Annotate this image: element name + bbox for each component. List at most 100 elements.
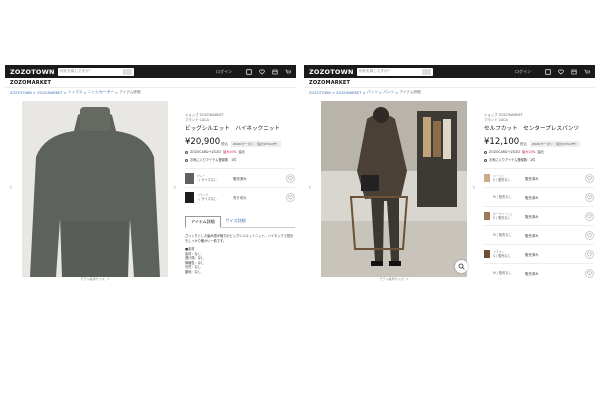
coupon-badge[interactable]: ZOZOクーポン （最大20%OFF） [529, 141, 581, 147]
image-caption: モデル着用サイズ：S [379, 277, 409, 281]
color-swatch[interactable] [185, 191, 194, 203]
favorite-count-note: お気に入りアイテム登録数：1件 [185, 158, 295, 163]
favorite-button[interactable] [585, 211, 594, 221]
brand-label[interactable]: ブランド CACA [484, 118, 594, 123]
product-page-left: ZOZOTOWN 何をお探しですか？ ログイン ZOZOMARKET ZOZOT… [5, 65, 296, 300]
heart-icon [288, 194, 293, 200]
breadcrumb: ZOZOTOWN > ZOZOMARKET > トップス > ニット/セーター … [10, 90, 141, 95]
favorite-button[interactable] [286, 192, 295, 202]
variant-status: 販売済み [525, 271, 539, 276]
product-name: セルフカット センタープレスパンツ [484, 126, 580, 132]
gallery-next-arrow[interactable]: › [472, 184, 476, 193]
heart-icon [587, 213, 592, 219]
history-icon[interactable] [246, 68, 252, 75]
tab-item-detail[interactable]: アイテム詳細 [185, 216, 221, 228]
variant-row: ブラウン S / 販売なし 販売済み [484, 244, 594, 263]
variant-text: ブラウン S / 販売なし [493, 250, 517, 258]
favorite-count: お気に入りアイテム登録数：1件 [489, 158, 536, 162]
zozotown-logo[interactable]: ZOZOTOWN [10, 68, 58, 76]
favorite-button[interactable] [585, 230, 594, 240]
coupon-badge[interactable]: ZOZOクーポン （最大20%OFF） [230, 141, 282, 147]
breadcrumb-item[interactable]: ニット/セーター [88, 90, 114, 95]
color-swatch[interactable] [484, 174, 490, 182]
mypage-icon[interactable] [272, 69, 278, 75]
product-price: ¥12,100 [484, 137, 520, 147]
breadcrumb-item[interactable]: トップス [68, 90, 82, 95]
color-swatch[interactable] [484, 212, 490, 220]
breadcrumb-item[interactable]: パンツ [367, 90, 378, 95]
search-placeholder: 何をお探しですか？ [60, 69, 93, 73]
variant-row: M / 販売なし 販売済み [484, 263, 594, 282]
favorite-button[interactable] [286, 173, 295, 183]
heart-icon [587, 194, 592, 200]
zoom-icon [458, 263, 465, 270]
zozomarket-logo[interactable]: ZOZOMARKET [10, 80, 51, 86]
image-caption: モデル着用サイズ：F [80, 277, 110, 281]
cart-icon[interactable] [584, 69, 590, 75]
gallery-prev-arrow[interactable]: ‹ [308, 184, 312, 193]
login-link[interactable]: ログイン [216, 69, 232, 75]
variant-status: 販売済み [525, 195, 539, 200]
favorite-icon[interactable] [558, 69, 564, 75]
variant-text: M / 販売なし [493, 233, 517, 237]
comparison-screenshot: ZOZOTOWN 何をお探しですか？ ログイン ZOZOMARKET ZOZOT… [0, 0, 600, 400]
breadcrumb-item[interactable]: ZOZOMARKET [37, 91, 62, 95]
variant-size: S / 販売なし [493, 178, 511, 182]
search-input[interactable]: 何をお探しですか？ [58, 67, 134, 76]
breadcrumb-current: アイテム詳細 [119, 90, 141, 94]
gallery-prev-arrow[interactable]: ‹ [9, 184, 13, 193]
point-note-prefix: ZOZOCARD＋ZOZO [489, 150, 521, 154]
heart-icon [587, 175, 592, 181]
variant-status: 販売済み [233, 176, 247, 181]
variant-row: ダークベージュ S / 販売なし 販売済み [484, 206, 594, 225]
favorite-icon[interactable] [259, 69, 265, 75]
breadcrumb-item[interactable]: ZOZOMARKET [336, 91, 361, 95]
search-input[interactable]: 何をお探しですか？ [357, 67, 433, 76]
color-swatch[interactable] [484, 250, 490, 258]
variant-row: ブラック - / サイズなし 売り切れ [185, 187, 295, 206]
favorite-button[interactable] [585, 268, 594, 278]
favorite-button[interactable] [585, 192, 594, 202]
cart-icon[interactable] [285, 69, 291, 75]
info-icon [185, 151, 188, 154]
variant-row: M / 販売なし 販売済み [484, 225, 594, 244]
mypage-icon[interactable] [571, 69, 577, 75]
variant-list: ベージュ S / 販売なし 販売済み M / 販売なし 販売済み ダークベージュ S / 販… [484, 168, 594, 282]
history-icon[interactable] [545, 68, 551, 75]
price-row: ¥12,100 税込 ZOZOクーポン （最大20%OFF） [484, 137, 594, 147]
shop-header: ZOZOMARKET [304, 78, 595, 88]
point-note-rate: 最大10% [223, 150, 237, 154]
gallery-next-arrow[interactable]: › [173, 184, 177, 193]
tax-label: 税込 [520, 142, 527, 146]
product-main-image[interactable] [22, 101, 168, 277]
search-button[interactable] [422, 68, 431, 75]
item-description: ざっくりとした編み感が魅力のビッグシルエットニット。ハイネックで首元もしっかり暖… [185, 234, 294, 243]
login-link[interactable]: ログイン [515, 69, 531, 75]
price-row: ¥20,900 税込 ZOZOクーポン （最大20%OFF） [185, 137, 295, 147]
search-button[interactable] [123, 68, 132, 75]
variant-status: 販売済み [525, 233, 539, 238]
product-page-right: ZOZOTOWN 何をお探しですか？ ログイン ZOZOMARKET ZOZOT… [304, 65, 595, 300]
variant-size: S / 販売なし [493, 216, 511, 220]
detail-tabs: アイテム詳細 サイズ詳細 [185, 216, 295, 228]
variant-row: M / 販売なし 販売済み [484, 187, 594, 206]
heart-small-icon [484, 159, 487, 162]
tab-size-detail[interactable]: サイズ詳細 [221, 216, 251, 227]
color-swatch[interactable] [185, 172, 194, 184]
zozotown-logo[interactable]: ZOZOTOWN [309, 68, 357, 76]
breadcrumb-item[interactable]: パンツ [383, 90, 394, 95]
brand-label[interactable]: ブランド CACA [185, 118, 295, 123]
favorite-button[interactable] [585, 173, 594, 183]
breadcrumb: ZOZOTOWN > ZOZOMARKET > パンツ > パンツ > アイテム… [309, 90, 421, 95]
breadcrumb-item[interactable]: ZOZOTOWN [10, 91, 32, 95]
breadcrumb-item[interactable]: ZOZOTOWN [309, 91, 331, 95]
variant-status: 売り切れ [233, 195, 247, 200]
spec-list: ■素材 素材：なし 透け感：なし 伸縮性：なし 光沢：なし 裏地：なし [185, 247, 295, 274]
favorite-button[interactable] [585, 249, 594, 259]
product-main-image[interactable] [321, 101, 467, 277]
zoom-button[interactable] [455, 260, 468, 273]
product-gallery: ‹ › モデル着用サイズ：S [308, 101, 476, 281]
variant-text: ブラック - / サイズなし [197, 193, 223, 201]
tax-label: 税込 [221, 142, 228, 146]
zozomarket-logo[interactable]: ZOZOMARKET [309, 80, 350, 86]
